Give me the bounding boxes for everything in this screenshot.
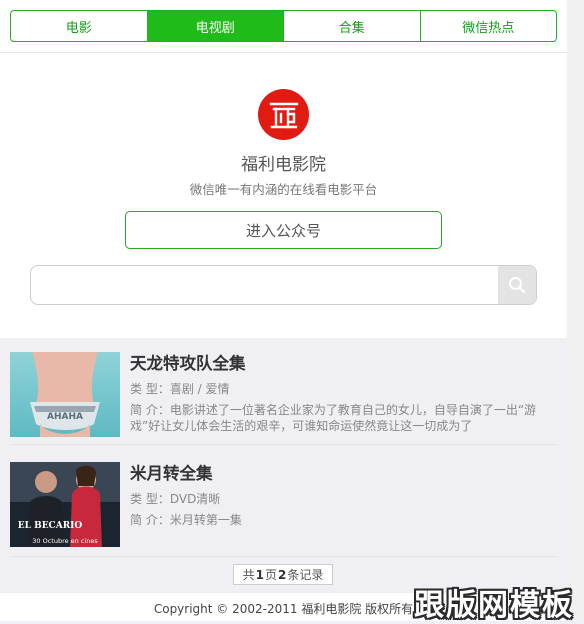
item-title[interactable]: 米月转全集 — [130, 460, 213, 484]
search-box — [30, 265, 537, 305]
item-type: 类 型：喜剧 / 爱情 — [130, 380, 230, 397]
type-value: 喜剧 / 爱情 — [169, 382, 230, 396]
poster-thumbnail[interactable]: AHAHA — [10, 352, 120, 437]
scrollbar-track[interactable] — [567, 0, 584, 621]
item-type: 类 型：DVD清晰 — [130, 490, 220, 507]
pager-suffix: 条记录 — [287, 568, 324, 582]
search-button[interactable] — [498, 266, 536, 304]
brand-logo-icon — [258, 89, 309, 140]
svg-text:AHAHA: AHAHA — [47, 412, 83, 422]
search-input[interactable] — [31, 266, 496, 304]
desc-label: 简 介： — [130, 403, 170, 417]
enter-official-account-button[interactable]: 进入公众号 — [125, 211, 442, 249]
desc-label: 简 介： — [130, 513, 170, 527]
poster-thumbnail[interactable]: EL BECARIO 30 Octubre en cines — [10, 462, 120, 547]
tab-collections[interactable]: 合集 — [283, 11, 420, 41]
tab-wechat-hot[interactable]: 微信热点 — [419, 11, 557, 41]
item-divider — [10, 444, 557, 445]
poster-title: EL BECARIO — [18, 521, 83, 531]
search-icon — [509, 277, 526, 294]
list-item[interactable]: EL BECARIO 30 Octubre en cines 米月转全集 类 型… — [0, 448, 567, 552]
item-title[interactable]: 天龙特攻队全集 — [130, 350, 246, 374]
site-watermark: 跟版网模板 — [414, 588, 574, 623]
account-subtitle: 微信唯一有内涵的在线看电影平台 — [189, 182, 378, 197]
tab-bar: 电影 电视剧 合集 微信热点 — [10, 10, 557, 42]
list-item[interactable]: AHAHA 天龙特攻队全集 类 型：喜剧 / 爱情 简 介：电影讲述了一位著名企… — [0, 338, 567, 442]
pager-count: 2 — [278, 567, 287, 582]
video-list: AHAHA 天龙特攻队全集 类 型：喜剧 / 爱情 简 介：电影讲述了一位著名企… — [0, 338, 567, 593]
type-label: 类 型： — [130, 492, 170, 506]
pager-prefix: 共 — [242, 568, 255, 582]
item-description: 简 介：电影讲述了一位著名企业家为了教育自己的女儿，自导自演了一出“游戏”好让女… — [130, 402, 542, 434]
desc-value: 电影讲述了一位著名企业家为了教育自己的女儿，自导自演了一出“游戏”好让女儿体会生… — [130, 403, 537, 433]
account-title: 福利电影院 — [241, 155, 326, 175]
pager-pages: 1 — [255, 567, 264, 582]
tab-tv-series[interactable]: 电视剧 — [146, 11, 283, 41]
tab-movies[interactable]: 电影 — [11, 11, 147, 41]
type-label: 类 型： — [130, 382, 170, 396]
page: 电影 电视剧 合集 微信热点 福利电影院 微信唯一有内涵的在线看电影平台 进入公… — [0, 0, 567, 621]
item-description: 简 介：米月转第一集 — [130, 512, 542, 544]
item-divider — [10, 556, 557, 557]
poster-subtitle: 30 Octubre en cines — [32, 537, 98, 545]
type-value: DVD清晰 — [169, 492, 221, 506]
pager-mid: 页 — [264, 568, 277, 582]
pagination-summary: 共 1 页 2 条记录 — [233, 564, 333, 585]
desc-value: 米月转第一集 — [169, 513, 242, 527]
header-divider — [0, 52, 567, 53]
